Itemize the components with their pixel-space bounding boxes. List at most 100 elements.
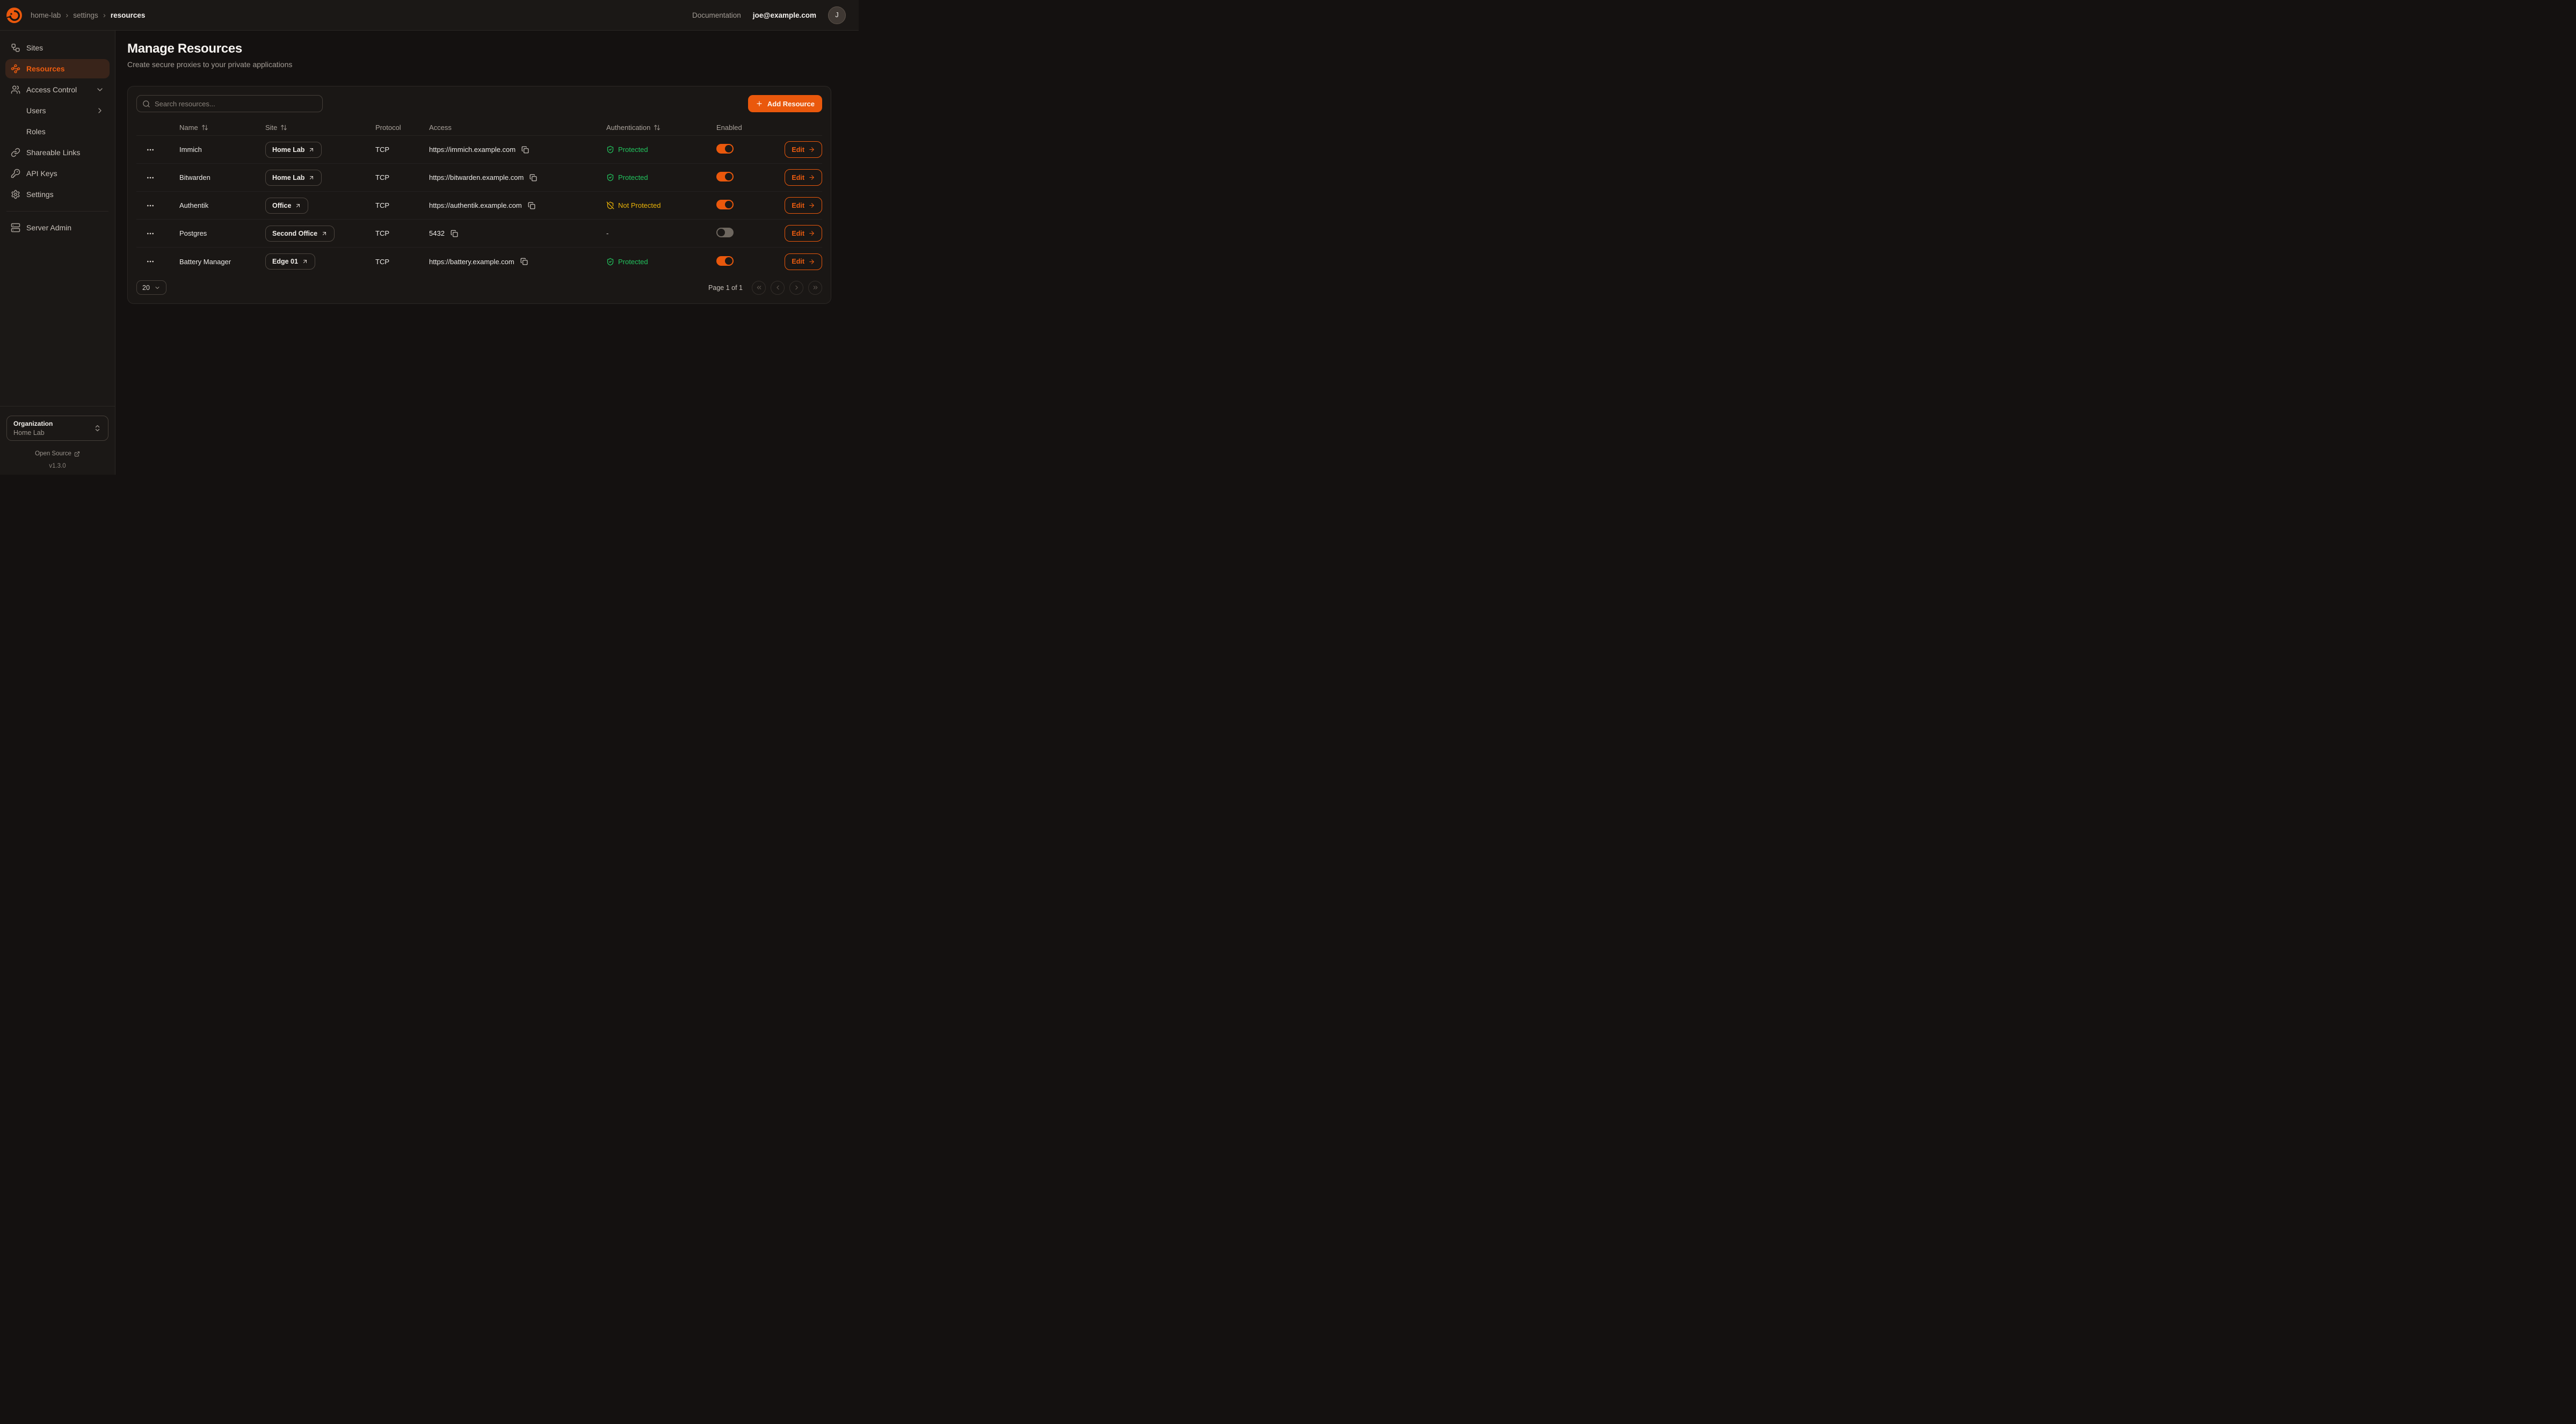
copy-button[interactable] <box>520 145 530 155</box>
chevron-down-icon <box>96 85 104 94</box>
arrow-right-icon <box>808 146 815 153</box>
arrow-right-icon <box>808 174 815 181</box>
ellipsis-icon <box>146 201 155 210</box>
documentation-link[interactable]: Documentation <box>692 11 741 19</box>
site-link[interactable]: Home Lab <box>265 170 322 186</box>
resource-name: Immich <box>179 146 265 154</box>
enabled-toggle[interactable] <box>716 256 734 266</box>
copy-button[interactable] <box>527 201 536 210</box>
pagination: 20 Page 1 of 1 <box>136 280 822 295</box>
sidebar-item-resources[interactable]: Resources <box>5 59 110 78</box>
toggle-knob <box>725 173 732 180</box>
edit-button[interactable]: Edit <box>785 253 822 270</box>
row-menu-button[interactable] <box>144 171 157 184</box>
plus-icon <box>756 100 763 107</box>
enabled-toggle[interactable] <box>716 144 734 154</box>
page-size-select[interactable]: 20 <box>136 280 166 295</box>
copy-button[interactable] <box>449 229 459 238</box>
breadcrumb-section[interactable]: settings <box>73 11 98 19</box>
arrow-up-right-icon <box>302 258 308 265</box>
next-page-button[interactable] <box>789 281 803 295</box>
authentication-status: Protected <box>606 258 716 266</box>
sidebar-item-users[interactable]: Users <box>5 101 110 120</box>
edit-button[interactable]: Edit <box>785 169 822 186</box>
sidebar-divider <box>6 211 108 212</box>
chevrons-up-down-icon <box>93 424 101 432</box>
sidebar-item-sites[interactable]: Sites <box>5 38 110 57</box>
key-icon <box>11 169 20 178</box>
copy-icon <box>451 230 458 237</box>
authentication-status: Protected <box>606 173 716 181</box>
sidebar-item-roles[interactable]: Roles <box>5 122 110 141</box>
user-email[interactable]: joe@example.com <box>753 11 816 19</box>
sidebar: Sites Resources Access Control Users Rol… <box>0 31 115 475</box>
organization-label: Organization <box>13 420 93 427</box>
first-page-button[interactable] <box>752 281 766 295</box>
shield-check-icon <box>606 173 614 181</box>
sidebar-item-server-admin[interactable]: Server Admin <box>5 218 110 237</box>
avatar[interactable]: J <box>828 6 846 24</box>
access-value: 5432 <box>429 229 445 237</box>
column-header-name[interactable]: Name <box>179 123 265 132</box>
users-icon <box>11 85 20 95</box>
arrow-right-icon <box>808 258 815 265</box>
site-link[interactable]: Office <box>265 198 308 214</box>
table-body: ImmichHome LabTCPhttps://immich.example.… <box>136 136 822 275</box>
access-value: https://immich.example.com <box>429 146 516 154</box>
edit-button[interactable]: Edit <box>785 225 822 242</box>
page-title: Manage Resources <box>127 41 831 56</box>
site-link[interactable]: Home Lab <box>265 142 322 158</box>
copy-icon <box>521 146 529 154</box>
add-resource-button[interactable]: Add Resource <box>748 95 822 112</box>
table-header: Name Site Protocol Access Authenticati <box>136 120 822 136</box>
sidebar-item-access-control[interactable]: Access Control <box>5 80 110 99</box>
pangolin-logo[interactable] <box>5 6 23 24</box>
toggle-knob <box>725 145 732 152</box>
resource-name: Battery Manager <box>179 258 265 266</box>
table-row: BitwardenHome LabTCPhttps://bitwarden.ex… <box>136 164 822 192</box>
edit-button[interactable]: Edit <box>785 197 822 214</box>
page-info: Page 1 of 1 <box>708 284 743 292</box>
chevron-down-icon <box>154 285 161 291</box>
column-header-protocol: Protocol <box>375 123 429 132</box>
arrow-up-right-icon <box>321 230 328 237</box>
sidebar-item-settings[interactable]: Settings <box>5 185 110 204</box>
previous-page-button[interactable] <box>771 281 785 295</box>
open-source-link[interactable]: Open Source <box>35 451 80 457</box>
column-header-enabled: Enabled <box>716 123 781 132</box>
site-link[interactable]: Second Office <box>265 226 335 242</box>
enabled-toggle[interactable] <box>716 200 734 209</box>
edit-button[interactable]: Edit <box>785 141 822 158</box>
row-menu-button[interactable] <box>144 227 157 240</box>
resources-table: Name Site Protocol Access Authenticati <box>136 120 822 275</box>
table-row: PostgresSecond OfficeTCP5432-Edit <box>136 220 822 248</box>
last-page-button[interactable] <box>808 281 822 295</box>
row-menu-button[interactable] <box>144 199 157 212</box>
copy-icon <box>528 202 535 209</box>
copy-button[interactable] <box>528 173 538 183</box>
protocol-value: TCP <box>375 201 429 209</box>
copy-icon <box>520 258 528 265</box>
sidebar-item-shareable-links[interactable]: Shareable Links <box>5 143 110 162</box>
link-icon <box>11 148 20 157</box>
protocol-value: TCP <box>375 258 429 266</box>
enabled-toggle[interactable] <box>716 228 734 237</box>
copy-button[interactable] <box>519 257 529 266</box>
sidebar-item-api-keys[interactable]: API Keys <box>5 164 110 183</box>
site-link[interactable]: Edge 01 <box>265 253 315 270</box>
enabled-toggle[interactable] <box>716 172 734 181</box>
top-bar: home-lab › settings › resources Document… <box>0 0 859 31</box>
column-header-authentication[interactable]: Authentication <box>606 123 716 132</box>
server-icon <box>11 223 20 233</box>
search-input[interactable] <box>155 100 317 108</box>
sort-icon <box>201 124 208 131</box>
row-menu-button[interactable] <box>144 143 157 156</box>
organization-switcher[interactable]: Organization Home Lab <box>6 416 108 441</box>
breadcrumb-org[interactable]: home-lab <box>31 11 61 19</box>
breadcrumb-separator: › <box>103 11 106 19</box>
chevron-left-icon <box>774 284 781 291</box>
breadcrumb-page[interactable]: resources <box>111 11 146 19</box>
row-menu-button[interactable] <box>144 255 157 268</box>
arrow-right-icon <box>808 230 815 237</box>
column-header-site[interactable]: Site <box>265 123 375 132</box>
